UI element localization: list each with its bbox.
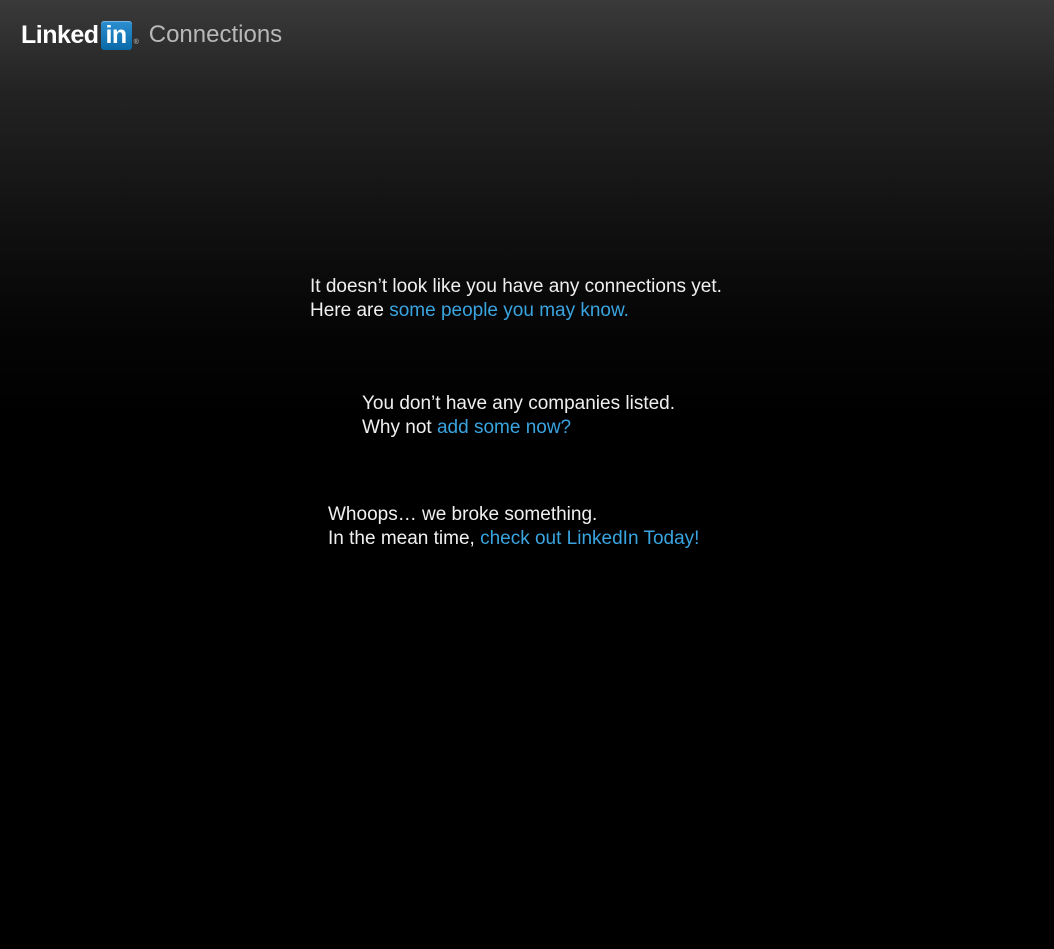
message-prefix: Why not: [362, 417, 437, 438]
logo-text: Linked: [21, 21, 99, 49]
logo-box-text: in: [105, 20, 127, 49]
header: Linked in ® Connections: [21, 18, 282, 52]
logo-in-box: in: [100, 20, 132, 50]
message-prefix: In the mean time,: [328, 528, 481, 549]
registered-mark: ®: [133, 39, 139, 46]
message-line-with-link: In the mean time, check out LinkedIn Tod…: [328, 527, 699, 551]
linkedin-logo[interactable]: Linked in ®: [21, 20, 139, 50]
message-line: You don’t have any companies listed.: [362, 393, 676, 414]
error-message: Whoops… we broke something. In the mean …: [328, 503, 699, 551]
message-line-with-link: Here are some people you may know.: [310, 299, 722, 323]
add-companies-link[interactable]: add some now?: [437, 417, 571, 438]
message-line-with-link: Why not add some now?: [362, 416, 675, 440]
no-connections-message: It doesn’t look like you have any connec…: [310, 275, 722, 323]
message-line: It doesn’t look like you have any connec…: [310, 276, 722, 297]
linkedin-today-link[interactable]: check out LinkedIn Today!: [480, 528, 699, 549]
people-you-may-know-link[interactable]: some people you may know.: [389, 300, 629, 321]
page-title: Connections: [148, 21, 283, 48]
message-line: Whoops… we broke something.: [328, 504, 598, 525]
message-prefix: Here are: [310, 300, 390, 321]
no-companies-message: You don’t have any companies listed. Why…: [362, 392, 675, 440]
